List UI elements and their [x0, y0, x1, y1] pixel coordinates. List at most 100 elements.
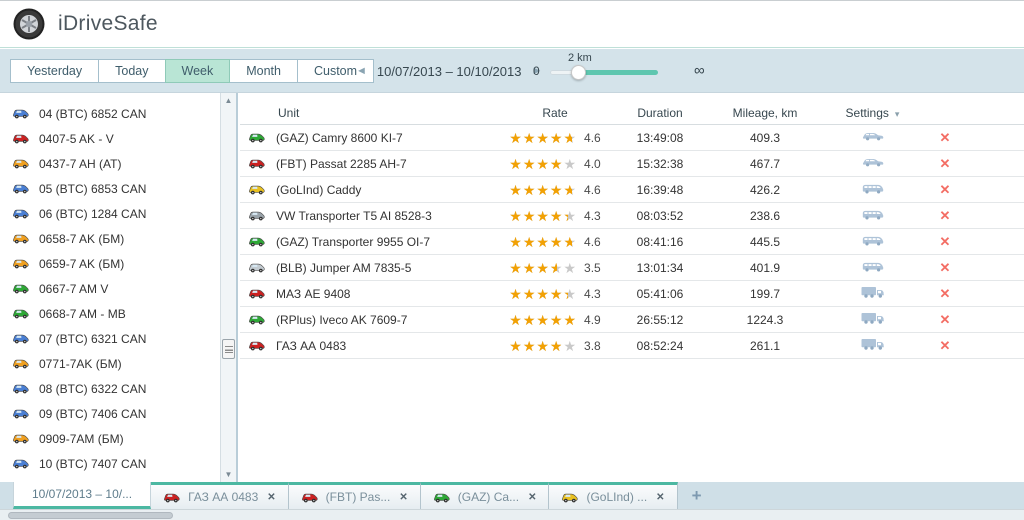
- rate-value: 4.3: [584, 209, 601, 223]
- unit-name: VW Transporter T5 AI 8528-3: [276, 209, 432, 223]
- column-rate[interactable]: Rate: [495, 106, 615, 120]
- vehicle-type-icon[interactable]: [861, 208, 885, 224]
- rate-cell: ★★★★★★★★★★ 4.9: [495, 313, 615, 327]
- vehicle-type-icon[interactable]: [860, 337, 886, 354]
- range-button-month[interactable]: Month: [229, 59, 298, 83]
- table-row[interactable]: (BLB) Jumper AM 7835-5 ★★★★★★★★★★ 3.5 13…: [240, 255, 1024, 281]
- sidebar-scrollbar[interactable]: ▲ ▼: [220, 93, 236, 482]
- rate-value: 4.6: [584, 183, 601, 197]
- table-row[interactable]: (RPlus) Iveco AK 7609-7 ★★★★★★★★★★ 4.9 2…: [240, 307, 1024, 333]
- toolbar: YesterdayTodayWeekMonthCustom ◄ 10/07/20…: [0, 49, 1024, 93]
- delete-button[interactable]: ✕: [940, 260, 951, 275]
- delete-button[interactable]: ✕: [940, 338, 951, 353]
- sidebar-vehicle-item[interactable]: 06 (BTC) 1284 CAN: [0, 201, 220, 226]
- tab[interactable]: 10/07/2013 – 10/...: [13, 482, 151, 509]
- vehicle-type-icon[interactable]: [860, 311, 886, 328]
- delete-button[interactable]: ✕: [940, 130, 951, 145]
- tab[interactable]: (FBT) Pas... ✕: [289, 482, 421, 509]
- sidebar-vehicle-item[interactable]: 0909-7AM (БМ): [0, 426, 220, 451]
- add-tab-button[interactable]: +: [692, 486, 702, 506]
- vehicle-icon: [301, 491, 319, 504]
- sidebar-vehicle-item[interactable]: 0668-7 AM - MB: [0, 301, 220, 326]
- vehicle-icon: [163, 491, 181, 504]
- tab[interactable]: ГАЗ АА 0483 ✕: [151, 482, 289, 509]
- sidebar-vehicle-item[interactable]: 0771-7AK (БМ): [0, 351, 220, 376]
- vehicle-type-icon[interactable]: [860, 285, 886, 302]
- duration-cell: 15:32:38: [615, 157, 705, 171]
- rate-cell: ★★★★★★★★★★ 4.3: [495, 287, 615, 301]
- vehicle-type-icon[interactable]: [861, 260, 885, 276]
- delete-button[interactable]: ✕: [940, 286, 951, 301]
- units-table: Unit Rate Duration Mileage, km Settings▾…: [240, 93, 1024, 482]
- horizontal-scrollbar[interactable]: [8, 512, 173, 519]
- tab-label: ГАЗ АА 0483: [188, 490, 258, 504]
- sidebar-vehicle-item[interactable]: 0437-7 AH (AT): [0, 151, 220, 176]
- range-button-today[interactable]: Today: [98, 59, 165, 83]
- duration-cell: 13:49:08: [615, 131, 705, 145]
- column-unit[interactable]: Unit: [240, 106, 495, 120]
- mileage-cell: 409.3: [705, 131, 825, 145]
- grip-icon: [225, 346, 233, 353]
- sidebar-vehicle-item[interactable]: 10 (BTC) 7407 CAN: [0, 451, 220, 476]
- vehicle-type-icon[interactable]: [861, 130, 885, 145]
- duration-cell: 08:41:16: [615, 235, 705, 249]
- sidebar-vehicle-item[interactable]: 05 (BTC) 6853 CAN: [0, 176, 220, 201]
- table-row[interactable]: (GAZ) Camry 8600 KI-7 ★★★★★★★★★★ 4.6 13:…: [240, 125, 1024, 151]
- table-row[interactable]: (GoLInd) Caddy ★★★★★★★★★★ 4.6 16:39:48 4…: [240, 177, 1024, 203]
- rate-value: 4.9: [584, 313, 601, 327]
- rate-value: 4.6: [584, 235, 601, 249]
- page-title: iDriveSafe: [58, 12, 158, 36]
- vehicle-icon: [12, 307, 30, 320]
- vehicle-icon: [12, 282, 30, 295]
- delete-button[interactable]: ✕: [940, 156, 951, 171]
- delete-button[interactable]: ✕: [940, 234, 951, 249]
- table-row[interactable]: МАЗ АЕ 9408 ★★★★★★★★★★ 4.3 05:41:06 199.…: [240, 281, 1024, 307]
- vehicle-icon: [248, 235, 266, 248]
- range-button-week[interactable]: Week: [165, 59, 231, 83]
- delete-button[interactable]: ✕: [940, 208, 951, 223]
- table-row[interactable]: (GAZ) Transporter 9955 OI-7 ★★★★★★★★★★ 4…: [240, 229, 1024, 255]
- sort-arrow-icon[interactable]: ▾: [895, 109, 900, 119]
- tab-close-icon[interactable]: ✕: [267, 492, 275, 503]
- vehicle-icon: [12, 332, 30, 345]
- tab-close-icon[interactable]: ✕: [656, 492, 664, 503]
- sidebar-vehicle-item[interactable]: 07 (BTC) 6321 CAN: [0, 326, 220, 351]
- sidebar-vehicle-item[interactable]: 0667-7 AM V: [0, 276, 220, 301]
- vehicle-type-icon[interactable]: [861, 182, 885, 198]
- mileage-cell: 426.2: [705, 183, 825, 197]
- table-row[interactable]: ГАЗ АА 0483 ★★★★★★★★★★ 3.8 08:52:24 261.…: [240, 333, 1024, 359]
- scroll-up-icon[interactable]: ▲: [221, 93, 236, 108]
- table-row[interactable]: VW Transporter T5 AI 8528-3 ★★★★★★★★★★ 4…: [240, 203, 1024, 229]
- distance-slider[interactable]: [550, 70, 658, 75]
- sidebar-vehicle-item[interactable]: 0407-5 AK - V: [0, 126, 220, 151]
- unit-name: МАЗ АЕ 9408: [276, 287, 350, 301]
- column-mileage[interactable]: Mileage, km: [705, 106, 825, 120]
- date-prev-button[interactable]: ◄: [352, 65, 371, 77]
- duration-cell: 08:03:52: [615, 209, 705, 223]
- vehicle-label: 06 (BTC) 1284 CAN: [39, 207, 146, 221]
- sidebar-vehicle-item[interactable]: 04 (BTC) 6852 CAN: [0, 101, 220, 126]
- tab[interactable]: (GAZ) Ca... ✕: [421, 482, 550, 509]
- delete-button[interactable]: ✕: [940, 182, 951, 197]
- column-settings[interactable]: Settings▾: [825, 106, 920, 120]
- vehicle-type-icon[interactable]: [861, 156, 885, 171]
- delete-button[interactable]: ✕: [940, 312, 951, 327]
- tab-close-icon[interactable]: ✕: [528, 492, 536, 503]
- column-duration[interactable]: Duration: [615, 106, 705, 120]
- tab[interactable]: (GoLInd) ... ✕: [549, 482, 677, 509]
- tab-close-icon[interactable]: ✕: [399, 492, 407, 503]
- unit-name: (BLB) Jumper AM 7835-5: [276, 261, 411, 275]
- sidebar-vehicle-item[interactable]: 09 (BTC) 7406 CAN: [0, 401, 220, 426]
- sidebar-vehicle-item[interactable]: 0658-7 AK (БМ): [0, 226, 220, 251]
- scroll-down-icon[interactable]: ▼: [221, 467, 236, 482]
- vehicle-label: 0771-7AK (БМ): [39, 357, 122, 371]
- range-button-yesterday[interactable]: Yesterday: [10, 59, 99, 83]
- table-body: (GAZ) Camry 8600 KI-7 ★★★★★★★★★★ 4.6 13:…: [240, 125, 1024, 359]
- slider-handle[interactable]: [571, 65, 586, 80]
- sidebar-vehicle-item[interactable]: 0659-7 AK (БМ): [0, 251, 220, 276]
- sidebar-vehicle-item[interactable]: 08 (BTC) 6322 CAN: [0, 376, 220, 401]
- scrollbar-thumb[interactable]: [222, 339, 235, 359]
- vehicle-type-icon[interactable]: [861, 234, 885, 250]
- table-row[interactable]: (FBT) Passat 2285 AH-7 ★★★★★★★★★★ 4.0 15…: [240, 151, 1024, 177]
- vehicle-icon: [12, 457, 30, 470]
